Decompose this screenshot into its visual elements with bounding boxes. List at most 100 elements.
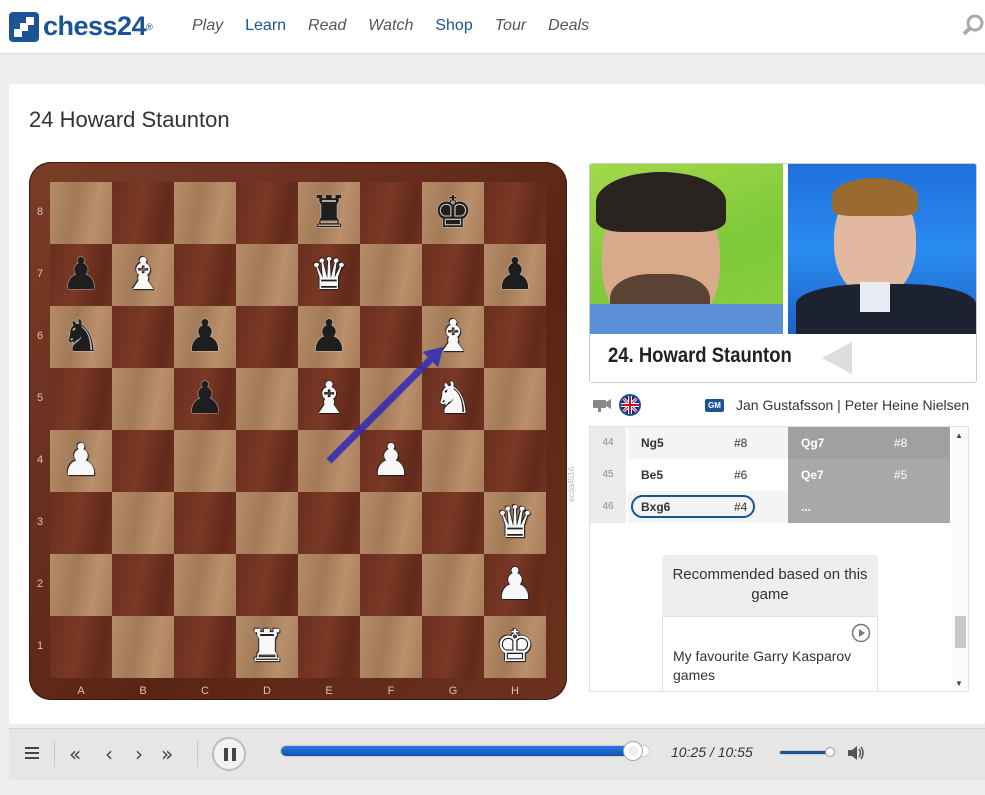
square-h4[interactable] xyxy=(484,430,546,492)
white-queen-piece[interactable]: ♛ xyxy=(484,492,546,554)
white-bishop-piece[interactable]: ♝ xyxy=(422,306,484,368)
nav-item-play[interactable]: Play xyxy=(192,17,223,35)
square-e3[interactable] xyxy=(298,492,360,554)
square-e6[interactable]: ♟ xyxy=(298,306,360,368)
square-f6[interactable] xyxy=(360,306,422,368)
square-f8[interactable] xyxy=(360,182,422,244)
black-rook-piece[interactable]: ♜ xyxy=(298,182,360,244)
square-c7[interactable] xyxy=(174,244,236,306)
white-rook-piece[interactable]: ♜ xyxy=(236,616,298,678)
rewind-start-icon[interactable]: « xyxy=(69,742,81,766)
square-a7[interactable]: ♟ xyxy=(50,244,112,306)
square-h7[interactable]: ♟ xyxy=(484,244,546,306)
square-d3[interactable] xyxy=(236,492,298,554)
square-c5[interactable]: ♟ xyxy=(174,368,236,430)
black-pawn-piece[interactable]: ♟ xyxy=(174,368,236,430)
white-king-piece[interactable]: ♚ xyxy=(484,616,546,678)
square-h6[interactable] xyxy=(484,306,546,368)
square-d6[interactable] xyxy=(236,306,298,368)
square-c3[interactable] xyxy=(174,492,236,554)
black-move[interactable]: Qe7 #5 xyxy=(788,459,950,491)
camera-icon[interactable] xyxy=(592,397,612,413)
square-a6[interactable]: ♞ xyxy=(50,306,112,368)
chess24-logo[interactable]: chess24 ® xyxy=(9,11,153,42)
square-b8[interactable] xyxy=(112,182,174,244)
nav-item-shop[interactable]: Shop xyxy=(435,17,472,35)
play-icon[interactable] xyxy=(851,623,871,643)
square-d7[interactable] xyxy=(236,244,298,306)
square-a2[interactable] xyxy=(50,554,112,616)
nav-item-learn[interactable]: Learn xyxy=(245,17,286,35)
black-move[interactable]: ... xyxy=(788,491,950,523)
square-f2[interactable] xyxy=(360,554,422,616)
video-player[interactable]: 24. Howard Staunton xyxy=(589,163,977,383)
square-e8[interactable]: ♜ xyxy=(298,182,360,244)
nav-item-tour[interactable]: Tour xyxy=(495,17,526,35)
square-c4[interactable] xyxy=(174,430,236,492)
square-e2[interactable] xyxy=(298,554,360,616)
black-pawn-piece[interactable]: ♟ xyxy=(298,306,360,368)
square-h8[interactable] xyxy=(484,182,546,244)
nav-item-read[interactable]: Read xyxy=(308,17,346,35)
square-b3[interactable] xyxy=(112,492,174,554)
white-move[interactable]: Ng5 #8 xyxy=(628,427,788,459)
volume-knob[interactable] xyxy=(825,747,836,757)
square-a4[interactable]: ♟ xyxy=(50,430,112,492)
white-pawn-piece[interactable]: ♟ xyxy=(50,430,112,492)
square-d4[interactable] xyxy=(236,430,298,492)
square-c8[interactable] xyxy=(174,182,236,244)
step-forward-icon[interactable]: › xyxy=(135,742,143,766)
square-f5[interactable] xyxy=(360,368,422,430)
square-f7[interactable] xyxy=(360,244,422,306)
moves-scrollbar[interactable]: ▲ ▼ xyxy=(952,427,968,691)
recommended-item[interactable]: My favourite Garry Kasparov games xyxy=(662,616,878,691)
nav-item-deals[interactable]: Deals xyxy=(548,17,589,35)
square-h1[interactable]: ♚ xyxy=(484,616,546,678)
square-f1[interactable] xyxy=(360,616,422,678)
pause-button[interactable] xyxy=(212,737,246,771)
square-d2[interactable] xyxy=(236,554,298,616)
progress-bar[interactable] xyxy=(280,745,650,757)
scroll-up-icon[interactable]: ▲ xyxy=(955,431,963,440)
square-e5[interactable]: ♝ xyxy=(298,368,360,430)
white-pawn-piece[interactable]: ♟ xyxy=(484,554,546,616)
white-knight-piece[interactable]: ♞ xyxy=(422,368,484,430)
square-h2[interactable]: ♟ xyxy=(484,554,546,616)
speaker-icon[interactable] xyxy=(847,745,865,761)
menu-icon[interactable] xyxy=(25,747,39,759)
progress-knob[interactable] xyxy=(622,741,643,761)
white-move[interactable]: Be5 #6 xyxy=(628,459,788,491)
square-a3[interactable] xyxy=(50,492,112,554)
square-g6[interactable]: ♝ xyxy=(422,306,484,368)
white-bishop-piece[interactable]: ♝ xyxy=(298,368,360,430)
square-b1[interactable] xyxy=(112,616,174,678)
square-d1[interactable]: ♜ xyxy=(236,616,298,678)
step-back-icon[interactable]: ‹ xyxy=(105,742,113,766)
fast-forward-icon[interactable]: » xyxy=(161,742,173,766)
uk-flag-icon[interactable] xyxy=(619,394,641,416)
square-b2[interactable] xyxy=(112,554,174,616)
square-f3[interactable] xyxy=(360,492,422,554)
white-move[interactable]: Bxg6 #4 xyxy=(628,491,788,523)
square-h5[interactable] xyxy=(484,368,546,430)
square-e7[interactable]: ♛ xyxy=(298,244,360,306)
square-e1[interactable] xyxy=(298,616,360,678)
square-b7[interactable]: ♝ xyxy=(112,244,174,306)
square-a5[interactable] xyxy=(50,368,112,430)
black-move[interactable]: Qg7 #8 xyxy=(788,427,950,459)
square-g7[interactable] xyxy=(422,244,484,306)
square-g2[interactable] xyxy=(422,554,484,616)
square-a8[interactable] xyxy=(50,182,112,244)
black-pawn-piece[interactable]: ♟ xyxy=(50,244,112,306)
nav-item-watch[interactable]: Watch xyxy=(368,17,413,35)
square-d5[interactable] xyxy=(236,368,298,430)
white-pawn-piece[interactable]: ♟ xyxy=(360,430,422,492)
square-g3[interactable] xyxy=(422,492,484,554)
search-icon[interactable] xyxy=(963,14,985,36)
square-b4[interactable] xyxy=(112,430,174,492)
square-c2[interactable] xyxy=(174,554,236,616)
black-knight-piece[interactable]: ♞ xyxy=(50,306,112,368)
square-g8[interactable]: ♚ xyxy=(422,182,484,244)
black-pawn-piece[interactable]: ♟ xyxy=(174,306,236,368)
black-king-piece[interactable]: ♚ xyxy=(422,182,484,244)
